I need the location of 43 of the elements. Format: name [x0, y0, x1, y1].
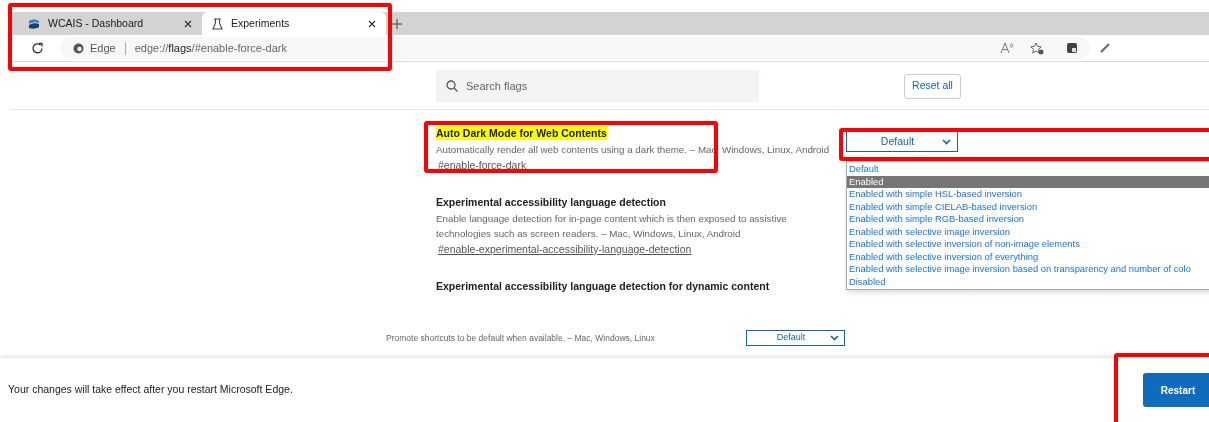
edge-logo-icon: [73, 42, 84, 54]
dropdown-option[interactable]: Enabled with selective inversion of everything: [847, 250, 1209, 263]
site-label: Edge: [90, 40, 116, 56]
chevron-down-icon: [830, 335, 839, 341]
flag-select[interactable]: Default: [746, 330, 845, 346]
flag-anchor-link[interactable]: #enable-experimental-accessibility-language-detection: [438, 242, 692, 257]
close-icon[interactable]: [184, 19, 192, 28]
flask-icon: [212, 17, 223, 30]
restart-message: Your changes will take effect after you restart Microsoft Edge.: [8, 382, 294, 398]
browser-tab[interactable]: WCAIS - Dashboard: [18, 12, 202, 35]
search-input[interactable]: Search flags: [466, 77, 746, 95]
flag-title: Experimental accessibility language detection: [436, 195, 666, 209]
dropdown-option[interactable]: Enabled with selective image inversion: [847, 225, 1209, 238]
dropdown-option[interactable]: Enabled with simple RGB-based inversion: [847, 213, 1209, 226]
dropdown-option[interactable]: Disabled: [847, 275, 1209, 288]
flag-anchor-link[interactable]: #enable-force-dark: [438, 158, 527, 173]
dropdown-option[interactable]: Enabled with selective inversion of non-image elements: [847, 238, 1209, 251]
flag-description: Promote shortcuts to be default when available. – Mac, Windows, Linux: [386, 331, 656, 345]
search-icon: [446, 80, 458, 92]
refresh-icon[interactable]: [31, 41, 44, 55]
dropdown-option[interactable]: Default: [847, 163, 1209, 176]
new-tab-icon[interactable]: [392, 18, 402, 29]
browser-tab[interactable]: Experiments: [202, 12, 386, 35]
read-aloud-icon[interactable]: [1000, 42, 1014, 54]
flag-description: Enable language detection for in-page content which is then exposed to assistive technologies such as screen readers. – Mac, Windows, Linux, Android: [436, 212, 788, 241]
flag-title: Auto Dark Mode for Web Contents: [436, 126, 607, 140]
flag-select[interactable]: Default: [846, 131, 958, 152]
address-bar[interactable]: Edge edge://flags/#enable-force-dark: [60, 37, 1090, 59]
restart-button[interactable]: Restart: [1143, 373, 1209, 407]
chevron-down-icon: [942, 138, 951, 145]
flag-title: Experimental accessibility language detection for dynamic content: [436, 279, 770, 293]
dropdown-option[interactable]: Enabled with simple HSL-based inversion: [847, 188, 1209, 201]
pen-icon[interactable]: [1100, 43, 1110, 53]
search-field[interactable]: Search flags: [436, 70, 759, 102]
close-icon[interactable]: [368, 19, 376, 28]
site-logo-icon: [28, 18, 40, 29]
dropdown-option[interactable]: Enabled with simple CIELAB-based inversion: [847, 200, 1209, 213]
url-text: edge://flags/#enable-force-dark: [134, 40, 287, 56]
reset-all-button[interactable]: Reset all: [904, 73, 961, 99]
extension-icon[interactable]: [1066, 42, 1078, 54]
dropdown-option[interactable]: Enabled: [847, 175, 1209, 188]
dropdown-option[interactable]: Enabled with selective image inversion based on transparency and number of colo: [847, 263, 1209, 276]
favorite-star-icon[interactable]: [1030, 41, 1044, 55]
